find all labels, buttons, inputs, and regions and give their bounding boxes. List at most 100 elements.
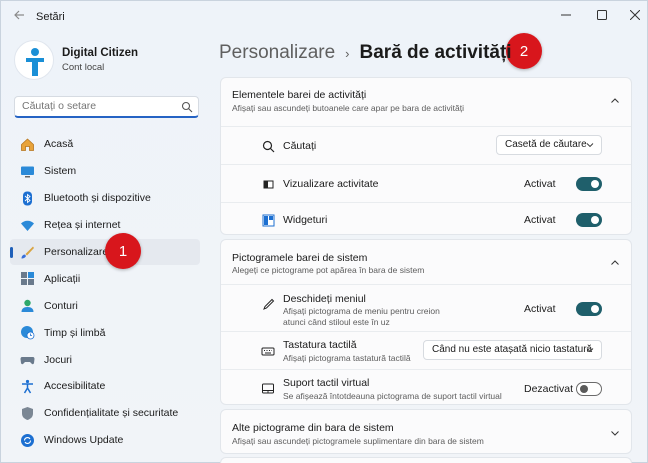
taskbar-items-section: Elementele barei de activități Afișați s… bbox=[220, 77, 632, 235]
pen-icon bbox=[261, 297, 275, 311]
task-view-toggle[interactable] bbox=[576, 177, 602, 191]
apps-icon bbox=[19, 271, 35, 287]
system-tray-section: Pictogramele barei de sistem Alegeți ce … bbox=[220, 239, 632, 405]
section-header[interactable]: Pictogramele barei de sistem Alegeți ce … bbox=[221, 240, 631, 284]
sidebar-item-label: Jocuri bbox=[44, 353, 73, 366]
setting-row-search: Căutați Casetă de căutare bbox=[221, 126, 631, 164]
sidebar-nav: Acasă Sistem Bluetooth și dispozitive Re… bbox=[10, 131, 200, 454]
minimize-button[interactable] bbox=[548, 1, 584, 29]
sidebar-item-label: Conturi bbox=[44, 299, 78, 312]
breadcrumb-separator: › bbox=[345, 45, 350, 61]
setting-row-touch-keyboard: Tastatura tactilă Afișați pictograma tas… bbox=[221, 331, 631, 369]
search-input[interactable] bbox=[22, 100, 172, 112]
section-subtitle: Afișați sau ascundeți pictogramele supli… bbox=[232, 436, 484, 446]
setting-row-virtual-touchpad: Suport tactil virtual Se afișează întotd… bbox=[221, 369, 631, 406]
section-subtitle: Afișați sau ascundeți butoanele care apa… bbox=[232, 103, 465, 113]
chevron-up-icon[interactable] bbox=[610, 258, 620, 268]
row-label: Tastatura tactilă bbox=[283, 339, 357, 351]
sidebar-item-label: Acasă bbox=[44, 138, 74, 151]
wifi-icon bbox=[19, 217, 35, 233]
sidebar-item-label: Accesibilitate bbox=[44, 380, 106, 393]
sidebar-item-label: Windows Update bbox=[44, 434, 124, 447]
task-view-icon bbox=[261, 177, 275, 191]
chevron-up-icon[interactable] bbox=[610, 96, 620, 106]
row-label: Widgeturi bbox=[283, 214, 328, 226]
breadcrumb-parent[interactable]: Personalizare bbox=[219, 42, 335, 64]
row-description: Se afișează întotdeauna pictograma de su… bbox=[283, 391, 502, 401]
avatar[interactable] bbox=[14, 40, 54, 80]
search-icon[interactable] bbox=[181, 101, 193, 113]
sidebar-item-label: Timp și limbă bbox=[44, 326, 106, 339]
sidebar-item-network[interactable]: Rețea și internet bbox=[10, 212, 200, 239]
chevron-down-icon[interactable] bbox=[610, 428, 620, 438]
chevron-down-icon bbox=[586, 143, 594, 148]
update-icon bbox=[19, 432, 35, 448]
gamepad-icon bbox=[19, 352, 35, 368]
widgets-icon bbox=[261, 213, 275, 227]
setting-row-widgets: Widgeturi Activat bbox=[221, 202, 631, 236]
sidebar-item-accounts[interactable]: Conturi bbox=[10, 292, 200, 319]
dropdown-value: Casetă de căutare bbox=[505, 139, 587, 150]
setting-row-task-view: Vizualizare activitate Activat bbox=[221, 164, 631, 202]
sidebar-item-label: Personalizare bbox=[44, 246, 109, 258]
globe-clock-icon bbox=[19, 325, 35, 341]
virtual-touchpad-toggle[interactable] bbox=[576, 382, 602, 396]
page-title: Bară de activități bbox=[359, 42, 512, 63]
row-description: Afișați pictograma tastatură tactilă bbox=[283, 353, 411, 363]
scrollbar[interactable] bbox=[642, 81, 645, 461]
profile-name: Digital Citizen bbox=[62, 47, 139, 59]
sidebar-item-privacy-security[interactable]: Confidențialitate și securitate bbox=[10, 400, 200, 427]
title-bar: Setări bbox=[1, 1, 647, 33]
keyboard-icon bbox=[261, 344, 275, 358]
chevron-down-icon bbox=[586, 348, 594, 353]
search-box[interactable] bbox=[14, 96, 199, 118]
account-icon bbox=[19, 298, 35, 314]
back-button[interactable] bbox=[11, 9, 27, 25]
bluetooth-icon bbox=[19, 190, 35, 206]
brush-icon bbox=[19, 244, 35, 260]
system-icon bbox=[19, 163, 35, 179]
sidebar-item-accessibility[interactable]: Accesibilitate bbox=[10, 373, 200, 400]
section-title: Elementele barei de activități bbox=[232, 89, 367, 101]
breadcrumb: Personalizare › Bară de activități bbox=[219, 39, 512, 67]
sidebar-item-label: Sistem bbox=[44, 165, 77, 178]
close-button[interactable] bbox=[617, 1, 648, 29]
sidebar-item-label: Confidențialitate și securitate bbox=[44, 407, 179, 420]
close-icon bbox=[630, 10, 640, 20]
account-type: Cont local bbox=[62, 62, 105, 73]
user-logo-icon bbox=[26, 48, 44, 76]
sidebar-item-home[interactable]: Acasă bbox=[10, 131, 200, 158]
home-icon bbox=[19, 136, 35, 152]
other-tray-icons-section[interactable]: Alte pictograme din bara de sistem Afișa… bbox=[220, 409, 632, 454]
row-label: Suport tactil virtual bbox=[283, 377, 370, 389]
sidebar-item-label: Rețea și internet bbox=[44, 219, 121, 232]
section-header[interactable]: Elementele barei de activități Afișați s… bbox=[221, 78, 631, 126]
widgets-toggle[interactable] bbox=[576, 213, 602, 227]
touch-keyboard-dropdown[interactable]: Când nu este atașată nicio tastatură bbox=[423, 340, 602, 360]
sidebar-item-bluetooth[interactable]: Bluetooth și dispozitive bbox=[10, 185, 200, 212]
setting-row-pen-menu: Deschideți meniul Afișați pictograma de … bbox=[221, 284, 631, 331]
toggle-status: Activat bbox=[524, 303, 556, 315]
maximize-button[interactable] bbox=[584, 1, 620, 29]
sidebar-item-apps[interactable]: Aplicații bbox=[10, 265, 200, 292]
search-mode-dropdown[interactable]: Casetă de căutare bbox=[496, 135, 602, 155]
sidebar-item-label: Bluetooth și dispozitive bbox=[44, 192, 151, 205]
section-subtitle: Alegeți ce pictograme pot apărea în bara… bbox=[232, 265, 425, 275]
pen-menu-toggle[interactable] bbox=[576, 302, 602, 316]
section-title: Alte pictograme din bara de sistem bbox=[232, 422, 394, 434]
accessibility-icon bbox=[19, 378, 35, 394]
row-label: Vizualizare activitate bbox=[283, 178, 379, 190]
sidebar-item-gaming[interactable]: Jocuri bbox=[10, 346, 200, 373]
touchpad-icon bbox=[261, 381, 275, 395]
app-title: Setări bbox=[36, 11, 65, 23]
sidebar-item-time-language[interactable]: Timp și limbă bbox=[10, 319, 200, 346]
search-icon bbox=[261, 139, 275, 153]
row-label: Deschideți meniul bbox=[283, 293, 366, 305]
row-description: Afișați pictograma de meniu pentru creio… bbox=[283, 306, 440, 327]
sidebar-item-system[interactable]: Sistem bbox=[10, 158, 200, 185]
maximize-icon bbox=[597, 10, 607, 20]
settings-window: Setări Digital Citizen Cont local Acasă bbox=[0, 0, 648, 463]
sidebar-item-windows-update[interactable]: Windows Update bbox=[10, 427, 200, 454]
section-title: Pictogramele barei de sistem bbox=[232, 252, 368, 264]
next-section-edge bbox=[220, 457, 632, 463]
